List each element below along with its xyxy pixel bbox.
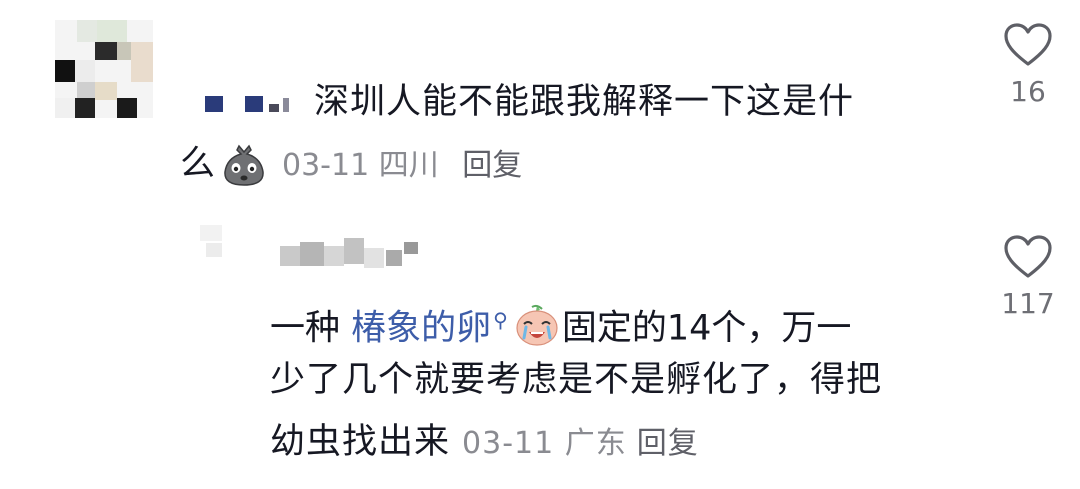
reply-date: 03-11	[462, 426, 555, 461]
commenter-name[interactable]	[205, 92, 305, 114]
like-button[interactable]: 117	[988, 234, 1068, 322]
comment-date: 03-11	[282, 148, 370, 183]
comment-text: 深圳人能不能跟我解释一下这是什	[314, 82, 855, 122]
reply-button[interactable]: 回复	[637, 426, 699, 461]
comment-text-continued: 么	[180, 144, 216, 184]
like-button[interactable]: 16	[988, 22, 1068, 110]
reply-commenter-name[interactable]	[280, 238, 430, 272]
pouting-bag-emoji-icon	[224, 144, 264, 186]
comment-meta: 03-11 四川 回复	[282, 144, 522, 188]
heart-outline-icon[interactable]	[1002, 22, 1054, 68]
reply-text-prefix: 一种	[270, 308, 352, 349]
reply-meta: 03-11 广东 回复	[462, 426, 699, 461]
search-link-icon[interactable]: ⚲	[493, 308, 508, 332]
comment-location: 四川	[378, 148, 439, 183]
reply-text-rest: 固定的14个，万一	[561, 308, 852, 349]
like-count: 117	[1001, 287, 1055, 320]
reply-avatar[interactable]	[200, 225, 240, 265]
heart-outline-icon[interactable]	[1002, 234, 1054, 280]
reply-text-last-line: 幼虫找出来 03-11 广东 回复	[270, 418, 699, 468]
reply-text: 一种 椿象的卵 ⚲ 固定的14个，万一	[270, 296, 851, 353]
reply-location: 广东	[564, 426, 627, 461]
like-count: 16	[1010, 75, 1046, 108]
reply-button[interactable]: 回复	[462, 148, 522, 183]
crying-face-emoji-icon	[516, 304, 558, 346]
reply-text-end: 幼虫找出来	[270, 422, 451, 462]
reply-text-continued: 少了几个就要考虑是不是孵化了，得把	[270, 360, 883, 400]
commenter-avatar[interactable]	[55, 20, 153, 118]
search-link[interactable]: 椿象的卵	[351, 309, 491, 349]
